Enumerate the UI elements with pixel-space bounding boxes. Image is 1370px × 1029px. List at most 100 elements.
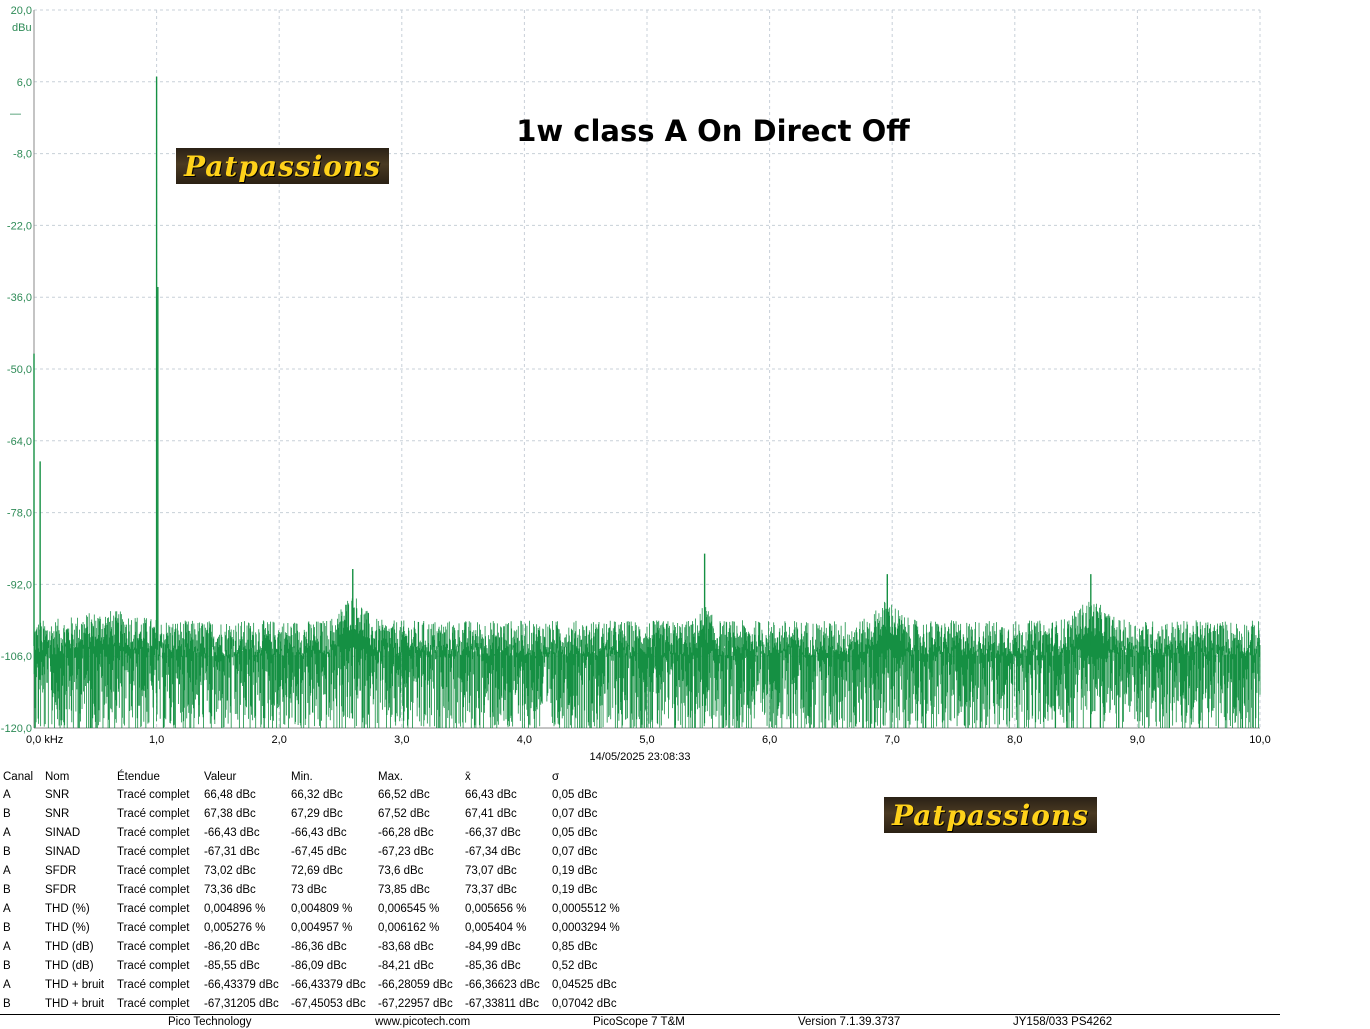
measurement-cell: -66,43379 dBc xyxy=(204,978,279,991)
spectrum-chart: 20,0 6,0 -8,0 -22,0 -36,0 -50,0 -64,0 -78,0 -92,… xyxy=(1,5,1271,746)
x-tick-label: 0,0 kHz xyxy=(26,734,63,746)
measurement-cell: -67,31 dBc xyxy=(204,845,260,858)
measurement-cell: -67,45 dBc xyxy=(291,845,347,858)
measurement-cell: 66,43 dBc xyxy=(465,788,517,801)
measurement-cell: -86,36 dBc xyxy=(291,940,347,953)
footer-version: Version 7.1.39.3737 xyxy=(798,1016,901,1028)
measurement-cell: 73 dBc xyxy=(291,883,327,896)
measurement-cell: 0,004957 % xyxy=(291,921,353,934)
measurement-cell: -67,31205 dBc xyxy=(204,997,279,1010)
measurement-cell: -84,99 dBc xyxy=(465,940,521,953)
measurement-cell: 73,6 dBc xyxy=(378,864,424,877)
y-tick-label: -36,0 xyxy=(7,292,32,304)
measurement-cell: SINAD xyxy=(45,826,81,839)
measurement-cell: B xyxy=(3,883,11,896)
measurement-row: B THD (%) Tracé complet 0,005276 % 0,004957 … xyxy=(3,918,642,937)
measurement-cell: SFDR xyxy=(45,864,77,877)
measurement-cell: THD (dB) xyxy=(45,959,94,972)
x-tick-label: 3,0 xyxy=(394,734,409,746)
measurement-cell: 67,41 dBc xyxy=(465,807,517,820)
column-header: Nom xyxy=(45,770,70,783)
x-tick-label: 2,0 xyxy=(272,734,287,746)
measurement-cell: THD + bruit xyxy=(45,978,105,991)
measurement-cell: A xyxy=(3,940,11,953)
measurement-cell: 66,32 dBc xyxy=(291,788,343,801)
y-axis-unit: dBu xyxy=(12,22,32,34)
y-tick-label: -78,0 xyxy=(7,508,32,520)
measurement-cell: 0,19 dBc xyxy=(552,864,598,877)
measurement-cell: Tracé complet xyxy=(117,883,190,896)
measurement-cell: 66,48 dBc xyxy=(204,788,256,801)
measurement-cell: 0,005276 % xyxy=(204,921,266,934)
measurement-cell: 67,52 dBc xyxy=(378,807,430,820)
measurement-cell: 73,02 dBc xyxy=(204,864,256,877)
measurement-cell: 73,37 dBc xyxy=(465,883,517,896)
measurement-cell: SNR xyxy=(45,807,70,820)
y-tick-label: -22,0 xyxy=(7,220,32,232)
measurement-cell: THD + bruit xyxy=(45,997,105,1010)
column-header: Canal xyxy=(3,770,34,783)
measurement-cell: -66,28059 dBc xyxy=(378,978,453,991)
x-axis-ticks: 0,0 kHz 1,0 2,0 3,0 4,0 5,0 6,0 7,0 8,0 9,0 10,0 xyxy=(26,734,1271,746)
watermark-text: Patpassions xyxy=(183,149,382,183)
measurement-cell: Tracé complet xyxy=(117,997,190,1010)
measurement-cell: SNR xyxy=(45,788,70,801)
measurement-cell: A xyxy=(3,978,11,991)
measurement-cell: -67,33811 dBc xyxy=(465,997,539,1010)
x-tick-label: 5,0 xyxy=(639,734,654,746)
measurement-cell: 72,69 dBc xyxy=(291,864,343,877)
measurement-cell: Tracé complet xyxy=(117,807,190,820)
measurement-cell: -66,28 dBc xyxy=(378,826,434,839)
measurement-cell: Tracé complet xyxy=(117,826,190,839)
measurement-cell: 67,29 dBc xyxy=(291,807,343,820)
measurement-cell: A xyxy=(3,826,11,839)
measurement-cell: 0,004896 % xyxy=(204,902,266,915)
measurement-cell: 73,85 dBc xyxy=(378,883,430,896)
measurement-cell: -66,43 dBc xyxy=(291,826,347,839)
measurement-cell: -66,43379 dBc xyxy=(291,978,366,991)
measurement-cell: Tracé complet xyxy=(117,959,190,972)
measurement-row: B SNR Tracé complet 67,38 dBc 67,29 dBc 67,52… xyxy=(3,804,642,823)
y-tick-label: 6,0 xyxy=(17,77,32,89)
measurement-cell: -66,36623 dBc xyxy=(465,978,540,991)
measurement-cell: -66,37 dBc xyxy=(465,826,521,839)
footer-divider xyxy=(0,1014,1280,1015)
measurement-cell: -85,36 dBc xyxy=(465,959,521,972)
measurements-header-row: Canal Nom Étendue Valeur Min. Max. x̄ σ xyxy=(3,768,642,785)
x-tick-label: 8,0 xyxy=(1007,734,1022,746)
measurement-cell: 0,07 dBc xyxy=(552,845,598,858)
measurement-cell: 0,006162 % xyxy=(378,921,440,934)
measurement-cell: THD (%) xyxy=(45,921,90,934)
measurement-cell: B xyxy=(3,807,11,820)
measurement-cell: 67,38 dBc xyxy=(204,807,256,820)
footer-device: JY158/033 PS4262 xyxy=(1013,1016,1113,1028)
measurement-row: A THD (%) Tracé complet 0,004896 % 0,004809 … xyxy=(3,899,642,918)
measurement-cell: A xyxy=(3,788,11,801)
measurement-cell: 0,85 dBc xyxy=(552,940,598,953)
measurement-cell: 0,005656 % xyxy=(465,902,527,915)
measurement-cell: -86,09 dBc xyxy=(291,959,347,972)
measurement-cell: 0,0005512 % xyxy=(552,902,620,915)
measurement-row: B THD (dB) Tracé complet -85,55 dBc -86,09 d… xyxy=(3,956,642,975)
measurement-cell: Tracé complet xyxy=(117,978,190,991)
measurement-row: A THD + bruit Tracé complet -66,43379 dBc -6… xyxy=(3,975,642,994)
measurement-cell: Tracé complet xyxy=(117,902,190,915)
measurement-cell: B xyxy=(3,921,11,934)
measurement-cell: -84,21 dBc xyxy=(378,959,434,972)
footer-product: PicoScope 7 T&M xyxy=(593,1016,685,1028)
footer-company: Pico Technology xyxy=(168,1016,252,1028)
measurement-cell: THD (%) xyxy=(45,902,90,915)
y-tick-label: -64,0 xyxy=(7,436,32,448)
y-tick-label: -92,0 xyxy=(7,579,32,591)
measurement-cell: A xyxy=(3,902,11,915)
measurement-row: A SNR Tracé complet 66,48 dBc 66,32 dBc 66,52… xyxy=(3,785,642,804)
measurement-row: A SFDR Tracé complet 73,02 dBc 72,69 dBc 73,6… xyxy=(3,861,642,880)
chart-title: 1w class A On Direct Off xyxy=(516,114,910,148)
measurement-cell: 73,07 dBc xyxy=(465,864,517,877)
measurement-cell: -66,43 dBc xyxy=(204,826,260,839)
measurement-cell: -85,55 dBc xyxy=(204,959,260,972)
measurement-cell: 0,0003294 % xyxy=(552,921,620,934)
measurement-cell: -67,23 dBc xyxy=(378,845,434,858)
measurement-cell: Tracé complet xyxy=(117,845,190,858)
measurement-cell: -67,34 dBc xyxy=(465,845,521,858)
